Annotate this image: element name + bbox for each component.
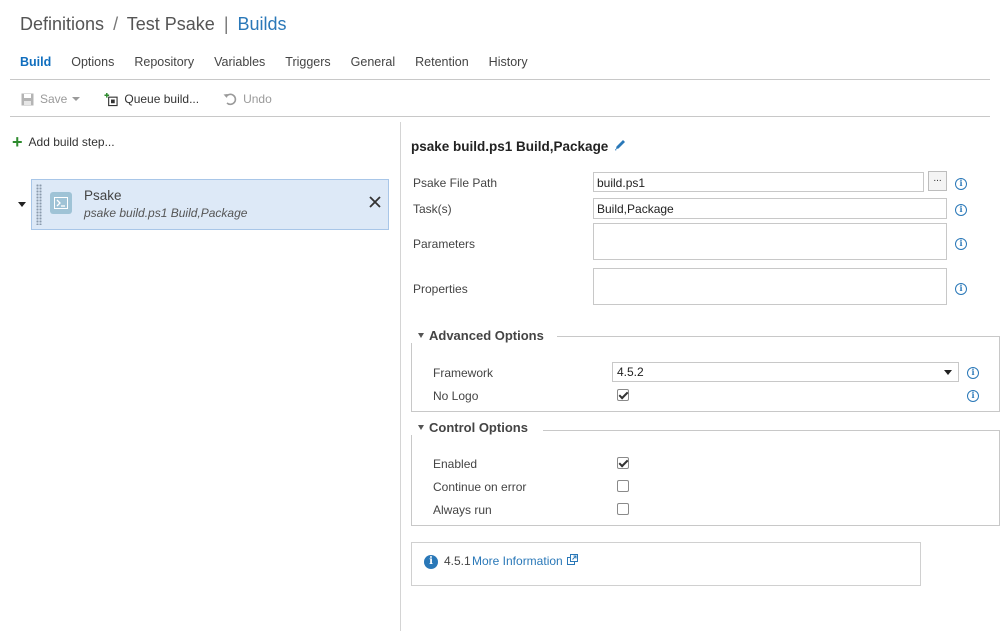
framework-select[interactable]: 4.5.2 <box>612 362 959 382</box>
phase-collapse-toggle[interactable] <box>18 202 26 207</box>
framework-label: Framework <box>433 366 494 380</box>
info-icon[interactable]: i <box>967 367 979 379</box>
browse-button[interactable]: ... <box>928 171 947 191</box>
step-subtitle: psake build.ps1 Build,Package <box>84 206 248 220</box>
save-icon <box>20 92 34 106</box>
psake-file-path-label: Psake File Path <box>413 176 498 190</box>
breadcrumb-builds-link[interactable]: Builds <box>238 14 287 34</box>
info-icon[interactable]: i <box>955 204 967 216</box>
tab-repository[interactable]: Repository <box>134 55 194 69</box>
breadcrumb: Definitions / Test Psake | Builds <box>20 14 287 35</box>
collapse-arrow-icon <box>418 425 424 430</box>
external-link-icon <box>566 554 578 568</box>
breadcrumb-definition-name: Test Psake <box>126 14 215 34</box>
undo-icon <box>223 92 237 106</box>
queue-build-icon <box>104 92 118 106</box>
continue-on-error-label: Continue on error <box>433 480 527 494</box>
properties-label: Properties <box>413 282 468 296</box>
pane-divider[interactable] <box>400 122 401 631</box>
task-info-box: i 4.5.1 More Information <box>411 542 921 586</box>
framework-value: 4.5.2 <box>617 365 644 379</box>
task-title: psake build.ps1 Build,Package <box>411 138 627 154</box>
advanced-options-heading: Advanced Options <box>429 328 544 343</box>
enabled-label: Enabled <box>433 457 478 471</box>
add-build-step-label: Add build step... <box>28 135 115 149</box>
undo-button[interactable]: Undo <box>223 92 272 106</box>
plus-icon: + <box>12 132 23 152</box>
parameters-label: Parameters <box>413 237 476 251</box>
parameters-textarea[interactable] <box>593 223 947 260</box>
no-logo-label: No Logo <box>433 389 479 403</box>
info-icon[interactable]: i <box>967 390 979 402</box>
tab-history[interactable]: History <box>489 55 528 69</box>
toolbar-divider <box>10 116 990 117</box>
psake-file-path-input[interactable]: build.ps1 <box>593 172 924 192</box>
breadcrumb-definitions[interactable]: Definitions <box>20 14 104 34</box>
queue-build-label: Queue build... <box>124 92 200 106</box>
tab-build[interactable]: Build <box>20 55 51 69</box>
info-icon[interactable]: i <box>955 283 967 295</box>
close-icon[interactable] <box>368 195 384 211</box>
save-label: Save <box>40 92 68 106</box>
tab-bar: Build Options Repository Variables Trigg… <box>20 55 548 69</box>
tab-retention[interactable]: Retention <box>415 55 469 69</box>
queue-build-button[interactable]: Queue build... <box>104 92 199 106</box>
tab-triggers[interactable]: Triggers <box>285 55 330 69</box>
build-step-psake[interactable]: Psake psake build.ps1 Build,Package <box>31 179 389 230</box>
tasks-input[interactable]: Build,Package <box>593 198 947 219</box>
chevron-down-icon <box>944 370 952 375</box>
group-border <box>543 430 1000 431</box>
breadcrumb-separator: / <box>113 14 119 34</box>
tab-variables[interactable]: Variables <box>214 55 265 69</box>
continue-on-error-checkbox[interactable] <box>617 480 629 492</box>
group-border <box>557 336 1000 337</box>
collapse-arrow-icon <box>418 333 424 338</box>
info-icon[interactable]: i <box>955 178 967 190</box>
info-icon: i <box>424 555 438 569</box>
powershell-icon <box>50 192 72 214</box>
more-information-link[interactable]: More Information <box>472 554 578 568</box>
properties-textarea[interactable] <box>593 268 947 305</box>
tab-options[interactable]: Options <box>71 55 114 69</box>
task-version: 4.5.1 <box>444 554 471 568</box>
save-button[interactable]: Save <box>20 92 81 106</box>
no-logo-checkbox[interactable] <box>617 389 629 401</box>
more-information-label: More Information <box>472 554 563 568</box>
drag-handle[interactable] <box>36 184 42 225</box>
task-title-text: psake build.ps1 Build,Package <box>411 138 609 154</box>
tab-general[interactable]: General <box>351 55 395 69</box>
control-options-toggle[interactable]: Control Options <box>411 420 534 435</box>
chevron-down-icon <box>72 97 81 101</box>
undo-label: Undo <box>243 92 272 106</box>
control-options-group <box>411 430 1000 526</box>
advanced-options-toggle[interactable]: Advanced Options <box>411 328 550 343</box>
add-build-step-button[interactable]: + Add build step... <box>12 132 115 152</box>
control-options-heading: Control Options <box>429 420 528 435</box>
always-run-label: Always run <box>433 503 492 517</box>
step-title: Psake <box>84 188 122 203</box>
always-run-checkbox[interactable] <box>617 503 629 515</box>
tab-divider <box>10 79 990 80</box>
pencil-icon[interactable] <box>614 138 627 154</box>
tasks-label: Task(s) <box>413 202 452 216</box>
toolbar: Save Queue build... Undo <box>20 92 296 106</box>
info-icon[interactable]: i <box>955 238 967 250</box>
enabled-checkbox[interactable] <box>617 457 629 469</box>
breadcrumb-separator: | <box>223 14 229 34</box>
